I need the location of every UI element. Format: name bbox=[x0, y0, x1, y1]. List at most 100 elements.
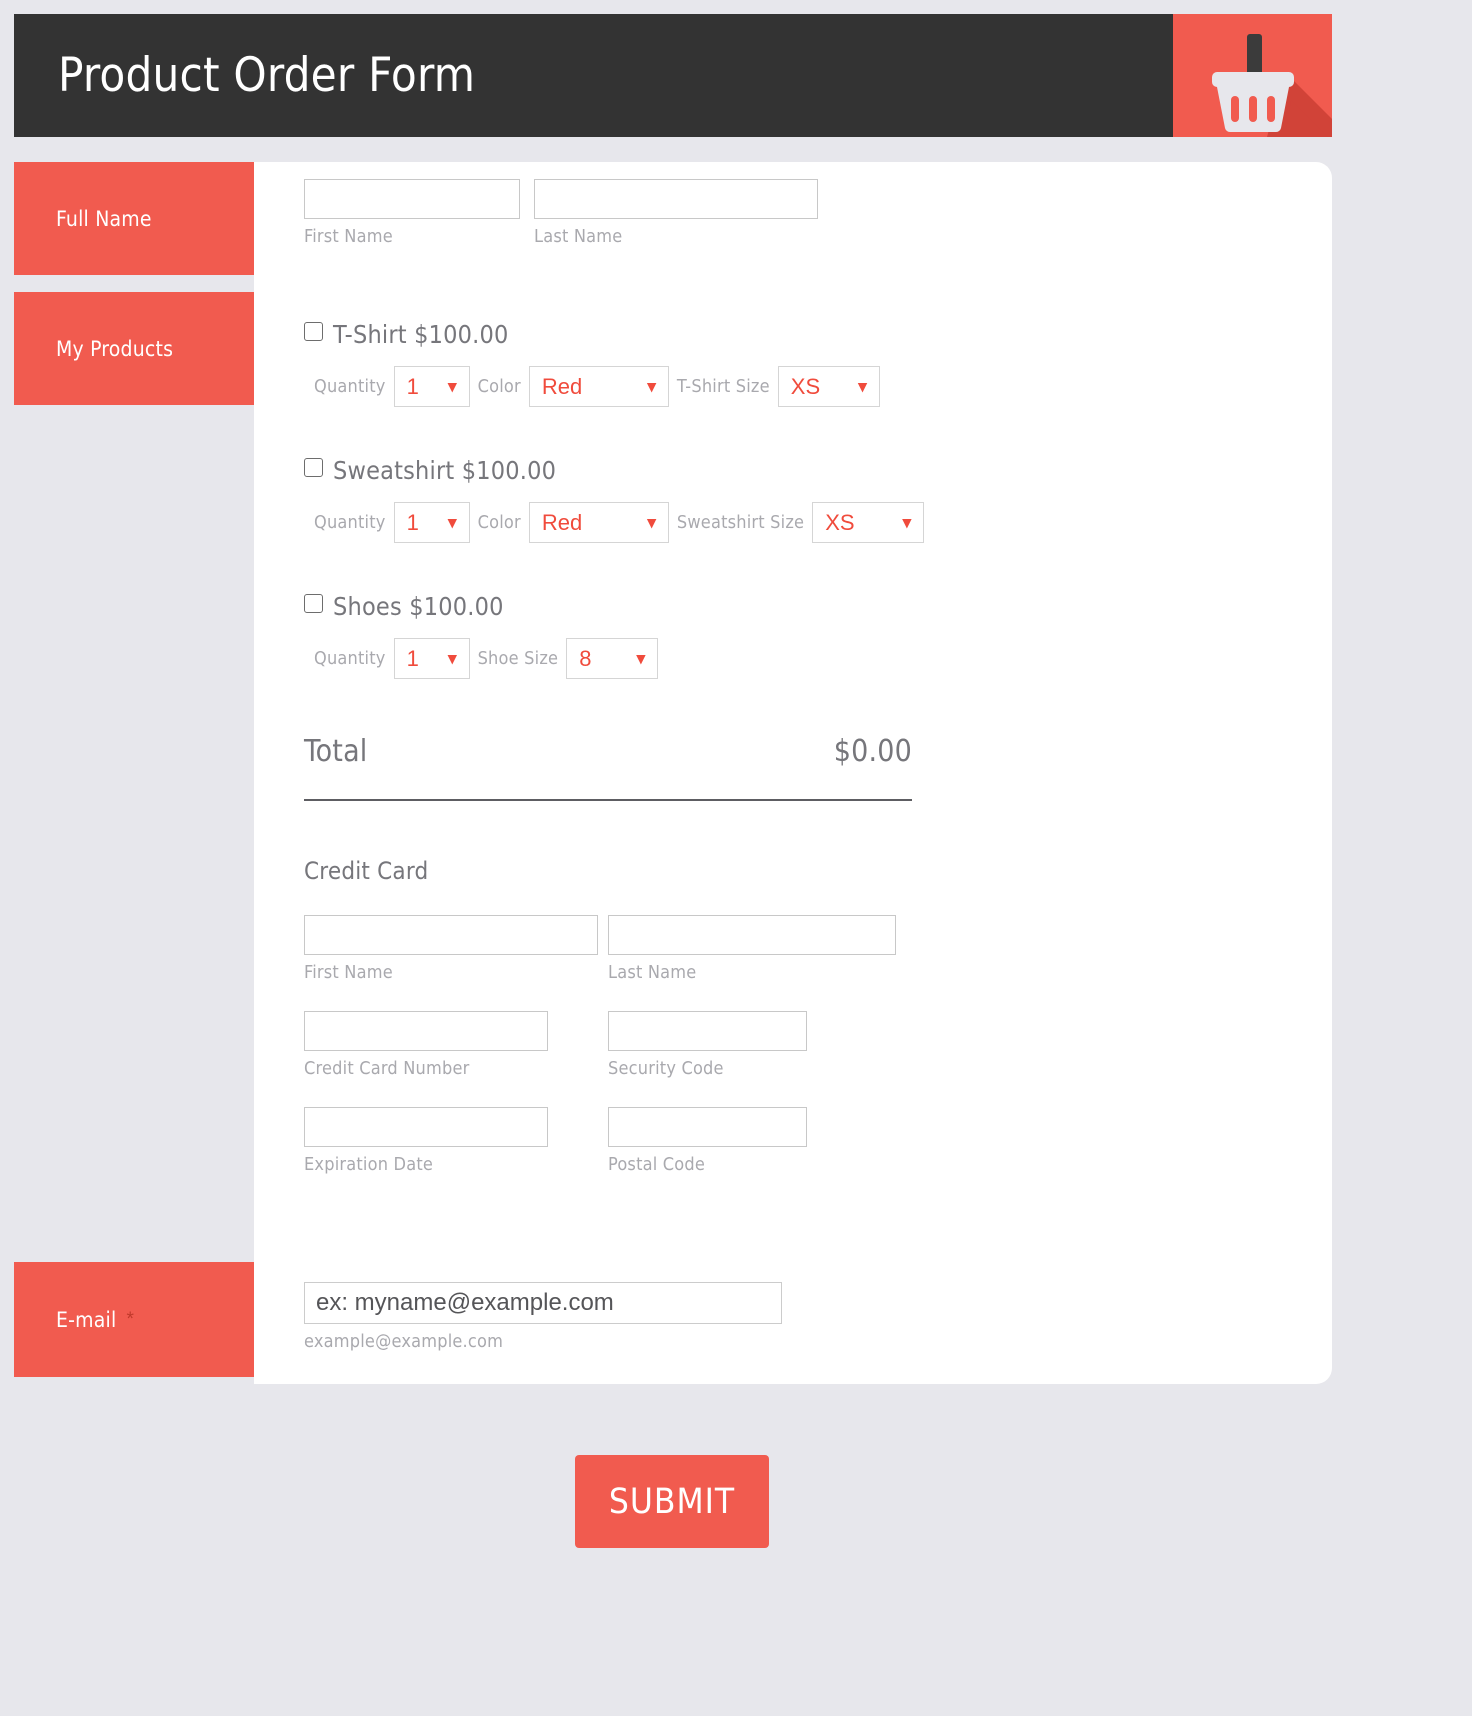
cc-expiration-input[interactable] bbox=[304, 1107, 548, 1147]
last-name-sublabel: Last Name bbox=[534, 226, 623, 247]
email-placeholder: ex: myname@example.com bbox=[316, 1289, 614, 1316]
chevron-down-icon: ▾ bbox=[636, 649, 646, 668]
sidebar-item-label: E-mail bbox=[56, 1307, 117, 1332]
product-shoes: Shoes $100.00 Quantity 1 ▾ Shoe Size 8 ▾ bbox=[304, 592, 666, 679]
cc-number-sublabel: Credit Card Number bbox=[304, 1058, 470, 1079]
color-value: Red bbox=[541, 509, 583, 535]
checkbox-sweatshirt[interactable] bbox=[304, 458, 323, 477]
product-sweatshirt-header[interactable]: Sweatshirt $100.00 bbox=[304, 456, 932, 485]
size-label: Sweatshirt Size bbox=[676, 512, 805, 533]
sidebar-item-label: My Products bbox=[56, 336, 174, 361]
quantity-select-sweatshirt[interactable]: 1 ▾ bbox=[393, 502, 470, 543]
product-tshirt: T-Shirt $100.00 Quantity 1 ▾ Color Red ▾… bbox=[304, 320, 888, 407]
credit-card-title: Credit Card bbox=[304, 857, 429, 885]
chevron-down-icon: ▾ bbox=[647, 513, 656, 532]
size-value: XS bbox=[790, 373, 821, 399]
size-label: T-Shirt Size bbox=[676, 376, 770, 397]
product-shoes-options: Quantity 1 ▾ Shoe Size 8 ▾ bbox=[304, 638, 666, 679]
cc-postal-sublabel: Postal Code bbox=[608, 1154, 706, 1175]
page-header: Product Order Form bbox=[14, 14, 1332, 137]
form-card: First Name Last Name T-Shirt $100.00 Qua… bbox=[254, 162, 1332, 1384]
credit-card-name-row: First Name Last Name bbox=[304, 915, 896, 983]
product-tshirt-options: Quantity 1 ▾ Color Red ▾ T-Shirt Size XS… bbox=[304, 366, 888, 407]
product-sweatshirt-options: Quantity 1 ▾ Color Red ▾ Sweatshirt Size… bbox=[304, 502, 932, 543]
submit-button[interactable]: SUBMIT bbox=[575, 1455, 769, 1548]
size-value: XS bbox=[825, 509, 855, 535]
order-form-page: Product Order Form Full Name My Products… bbox=[0, 0, 1472, 1716]
color-label: Color bbox=[477, 376, 521, 397]
quantity-label: Quantity bbox=[314, 376, 386, 397]
total-section: Total $0.00 bbox=[304, 734, 912, 801]
credit-card-fields: First Name Last Name Credit Card Number bbox=[304, 915, 896, 1175]
first-name-sublabel: First Name bbox=[304, 226, 393, 247]
chevron-down-icon: ▾ bbox=[448, 513, 457, 532]
email-input[interactable]: ex: myname@example.com bbox=[304, 1282, 782, 1324]
first-name-input[interactable] bbox=[304, 179, 520, 219]
size-select-sweatshirt[interactable]: XS ▾ bbox=[812, 502, 925, 543]
total-value: $0.00 bbox=[833, 734, 912, 769]
cc-first-name-sublabel: First Name bbox=[304, 962, 393, 983]
size-select-shoes[interactable]: 8 ▾ bbox=[566, 638, 659, 679]
product-sweatshirt: Sweatshirt $100.00 Quantity 1 ▾ Color Re… bbox=[304, 456, 932, 543]
checkbox-shoes[interactable] bbox=[304, 594, 323, 613]
checkbox-tshirt[interactable] bbox=[304, 322, 323, 341]
sidebar-item-label: Full Name bbox=[56, 206, 152, 231]
quantity-value: 1 bbox=[406, 373, 419, 399]
cc-expiration-sublabel: Expiration Date bbox=[304, 1154, 434, 1175]
cc-number-wrap: Credit Card Number bbox=[304, 1011, 548, 1079]
email-sublabel: example@example.com bbox=[304, 1331, 504, 1352]
sidebar-item-full-name[interactable]: Full Name bbox=[14, 162, 254, 275]
header-icon-container bbox=[1173, 14, 1332, 137]
cc-postal-code-input[interactable] bbox=[608, 1107, 807, 1147]
total-row: Total $0.00 bbox=[304, 734, 912, 801]
email-section: ex: myname@example.com example@example.c… bbox=[304, 1282, 782, 1352]
sidebar-item-email[interactable]: E-mail * bbox=[14, 1262, 254, 1377]
color-label: Color bbox=[477, 512, 521, 533]
credit-card-expiry-row: Expiration Date Postal Code bbox=[304, 1107, 896, 1175]
cc-postal-wrap: Postal Code bbox=[608, 1107, 807, 1175]
cc-security-code-input[interactable] bbox=[608, 1011, 807, 1051]
product-sweatshirt-label: Sweatshirt $100.00 bbox=[333, 456, 557, 485]
quantity-value: 1 bbox=[406, 509, 419, 535]
product-tshirt-header[interactable]: T-Shirt $100.00 bbox=[304, 320, 888, 349]
chevron-down-icon: ▾ bbox=[902, 513, 912, 532]
product-tshirt-label: T-Shirt $100.00 bbox=[333, 320, 509, 349]
credit-card-section: Credit Card First Name Last Name Credit … bbox=[304, 857, 896, 1203]
quantity-select-tshirt[interactable]: 1 ▾ bbox=[393, 366, 470, 407]
quantity-value: 1 bbox=[406, 645, 419, 671]
product-shoes-label: Shoes $100.00 bbox=[333, 592, 504, 621]
shoe-size-value: 8 bbox=[579, 645, 592, 671]
shoe-size-label: Shoe Size bbox=[477, 648, 559, 669]
shopping-basket-icon bbox=[1212, 34, 1332, 137]
credit-card-number-row: Credit Card Number Security Code bbox=[304, 1011, 896, 1079]
color-select-tshirt[interactable]: Red ▾ bbox=[528, 366, 669, 407]
color-value: Red bbox=[541, 373, 583, 399]
color-select-sweatshirt[interactable]: Red ▾ bbox=[528, 502, 669, 543]
quantity-label: Quantity bbox=[314, 648, 386, 669]
cc-first-name-input[interactable] bbox=[304, 915, 598, 955]
sidebar-item-my-products[interactable]: My Products bbox=[14, 292, 254, 405]
cc-last-name-sublabel: Last Name bbox=[608, 962, 697, 983]
quantity-label: Quantity bbox=[314, 512, 386, 533]
chevron-down-icon: ▾ bbox=[448, 377, 457, 396]
cc-security-sublabel: Security Code bbox=[608, 1058, 724, 1079]
full-name-first-wrap: First Name bbox=[304, 179, 520, 247]
total-label: Total bbox=[304, 734, 368, 769]
quantity-select-shoes[interactable]: 1 ▾ bbox=[393, 638, 470, 679]
cc-security-wrap: Security Code bbox=[608, 1011, 807, 1079]
last-name-input[interactable] bbox=[534, 179, 818, 219]
cc-last-name-input[interactable] bbox=[608, 915, 896, 955]
chevron-down-icon: ▾ bbox=[858, 377, 867, 396]
chevron-down-icon: ▾ bbox=[647, 377, 656, 396]
full-name-group: First Name Last Name bbox=[304, 179, 818, 247]
cc-number-input[interactable] bbox=[304, 1011, 548, 1051]
page-title: Product Order Form bbox=[58, 48, 476, 103]
required-asterisk: * bbox=[126, 1309, 134, 1330]
product-shoes-header[interactable]: Shoes $100.00 bbox=[304, 592, 666, 621]
submit-button-label: SUBMIT bbox=[608, 1481, 736, 1522]
cc-expiration-wrap: Expiration Date bbox=[304, 1107, 548, 1175]
full-name-last-wrap: Last Name bbox=[534, 179, 818, 247]
header-bar: Product Order Form bbox=[14, 14, 1173, 137]
size-select-tshirt[interactable]: XS ▾ bbox=[777, 366, 880, 407]
chevron-down-icon: ▾ bbox=[448, 649, 457, 668]
